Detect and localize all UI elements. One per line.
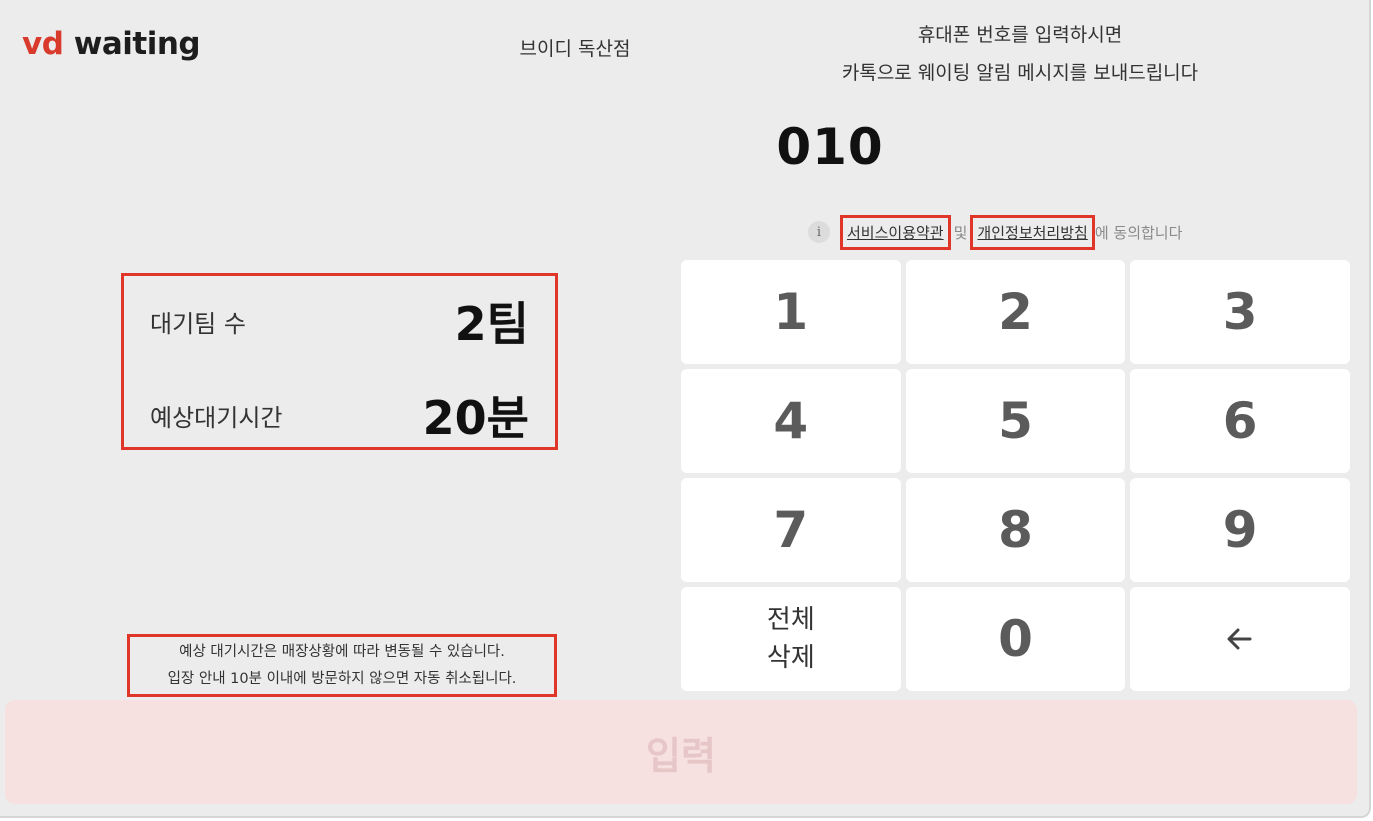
key-3[interactable]: 3 (1130, 260, 1350, 364)
key-7[interactable]: 7 (681, 478, 901, 582)
consent-connector: 및 (953, 223, 968, 242)
consent-notice: i 서비스이용약관 및 개인정보처리방침 에 동의합니다 (808, 214, 1182, 250)
kiosk-screen: vd waiting 브이디 독산점 휴대폰 번호를 입력하시면 카톡으로 웨이… (0, 0, 1371, 818)
key-1[interactable]: 1 (681, 260, 901, 364)
waiting-teams-value: 2팀 (454, 297, 529, 351)
vd-waiting-logo: vd waiting (22, 24, 201, 64)
key-6[interactable]: 6 (1130, 369, 1350, 473)
clear-all-label-line-2: 삭제 (766, 643, 815, 673)
key-2[interactable]: 2 (905, 260, 1126, 364)
instruction-line-1: 휴대폰 번호를 입력하시면 (917, 24, 1123, 46)
terms-of-service-link[interactable]: 서비스이용약관 (840, 214, 951, 250)
phone-instruction: 휴대폰 번호를 입력하시면 카톡으로 웨이팅 알림 메시지를 보내드립니다 (760, 16, 1280, 92)
key-5[interactable]: 5 (905, 369, 1126, 473)
consent-suffix: 에 동의합니다 (1094, 223, 1183, 242)
clear-all-button[interactable]: 전체 삭제 (681, 587, 901, 691)
arrow-left-icon (1227, 628, 1252, 650)
backspace-button[interactable] (1130, 587, 1350, 691)
logo-vd-text: vd (22, 26, 64, 62)
estimated-wait-label: 예상대기시간 (150, 403, 283, 432)
wait-notice: 예상 대기시간은 매장상황에 따라 변동될 수 있습니다. 입장 안내 10분 … (127, 634, 557, 697)
key-4[interactable]: 4 (681, 369, 901, 473)
key-8[interactable]: 8 (905, 478, 1126, 582)
info-icon: i (808, 221, 830, 243)
privacy-policy-link[interactable]: 개인정보처리방침 (970, 214, 1095, 250)
key-9[interactable]: 9 (1130, 478, 1350, 582)
wait-info-box: 대기팀 수 2팀 예상대기시간 20분 (121, 273, 558, 450)
estimated-wait-row: 예상대기시간 20분 (150, 382, 529, 448)
submit-button[interactable]: 입력 (5, 700, 1357, 804)
waiting-teams-label: 대기팀 수 (150, 309, 246, 338)
number-keypad: 1 2 3 4 5 6 7 8 9 전체 삭제 0 (681, 260, 1350, 691)
phone-number-display: 010 (776, 118, 884, 176)
waiting-teams-row: 대기팀 수 2팀 (150, 288, 529, 354)
key-0[interactable]: 0 (905, 587, 1126, 691)
notice-line-1: 예상 대기시간은 매장상황에 따라 변동될 수 있습니다. (179, 644, 505, 660)
estimated-wait-value: 20분 (422, 391, 529, 445)
store-name: 브이디 독산점 (519, 38, 631, 60)
instruction-line-2: 카톡으로 웨이팅 알림 메시지를 보내드립니다 (841, 62, 1199, 84)
clear-all-label-line-1: 전체 (766, 605, 815, 635)
logo-waiting-text: waiting (73, 26, 201, 62)
notice-line-2: 입장 안내 10분 이내에 방문하지 않으면 자동 취소됩니다. (167, 671, 517, 687)
